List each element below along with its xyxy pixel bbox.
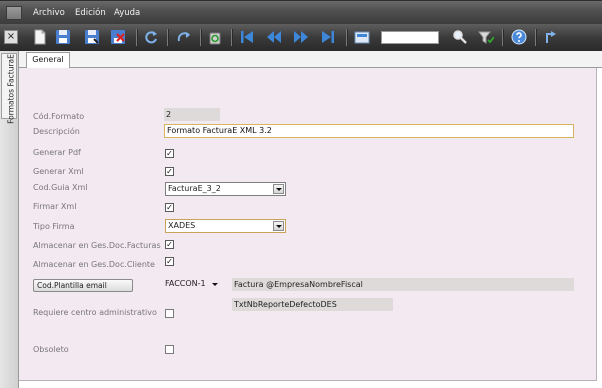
help-icon[interactable] (511, 29, 527, 45)
generar-pdf-label: Generar Pdf (33, 148, 81, 157)
tab-general[interactable]: General (26, 52, 70, 68)
toolbar-separator (535, 29, 537, 46)
toolbar-search-input[interactable] (381, 31, 439, 44)
previous-page-icon[interactable] (266, 29, 282, 45)
close-tab-button[interactable]: × (4, 30, 18, 44)
chevron-down-icon[interactable] (212, 283, 218, 286)
cod-guia-xml-select[interactable]: FacturaE_3_2 (165, 182, 286, 196)
left-tab-label: Formatos FacturaE (6, 54, 16, 124)
redo-icon[interactable] (176, 29, 192, 45)
form-panel: Cód.Formato 2 Descripción Formato Factur… (19, 68, 597, 381)
save-as-icon[interactable] (84, 29, 100, 45)
next-page-icon[interactable] (293, 29, 309, 45)
generar-xml-label: Generar Xml (33, 167, 84, 176)
first-record-icon[interactable] (239, 29, 255, 45)
toolbar: × (0, 24, 602, 52)
menu-edicion[interactable]: Edición (75, 8, 106, 18)
recycle-icon[interactable] (207, 29, 223, 45)
left-tab-formatos-facturae[interactable]: Formatos FacturaE (1, 53, 17, 124)
filter-icon[interactable] (477, 29, 495, 45)
refresh-icon[interactable] (143, 29, 159, 45)
tab-bar: General (19, 51, 602, 68)
cod-formato-field: 2 (164, 108, 220, 121)
plantilla-email-report: TxtNbReporteDefectoDES (232, 298, 393, 311)
firmar-xml-label: Firmar Xml (33, 202, 77, 211)
tipo-firma-value: XADES (168, 221, 196, 230)
cod-guia-xml-value: FacturaE_3_2 (168, 184, 221, 193)
requiere-centro-checkbox[interactable] (165, 309, 174, 318)
chevron-down-icon[interactable] (273, 184, 284, 194)
toolbar-separator (346, 29, 348, 46)
menu-bar: Archivo Edición Ayuda (0, 0, 602, 24)
delete-icon[interactable] (110, 29, 126, 45)
search-icon[interactable] (452, 29, 468, 45)
toolbar-separator (167, 29, 169, 46)
new-document-icon[interactable] (32, 29, 48, 45)
image-view-icon[interactable] (354, 29, 370, 45)
generar-xml-checkbox[interactable]: ✓ (165, 167, 174, 176)
descripcion-label: Descripción (33, 127, 80, 136)
almacenar-cliente-checkbox[interactable]: ✓ (165, 257, 174, 266)
cod-plantilla-email-button[interactable]: Cod.Plantilla email (33, 279, 133, 292)
plantilla-email-subject: Factura @EmpresaNombreFiscal (232, 278, 574, 291)
last-record-icon[interactable] (320, 29, 336, 45)
menu-archivo[interactable]: Archivo (33, 8, 65, 18)
descripcion-input[interactable]: Formato FacturaE XML 3.2 (164, 124, 574, 138)
almacenar-facturas-checkbox[interactable]: ✓ (165, 240, 174, 249)
plantilla-email-code[interactable]: FACCON-1 (165, 279, 206, 288)
toolbar-separator (136, 29, 138, 46)
toolbar-separator (502, 29, 504, 46)
app-icon (6, 6, 22, 20)
cod-formato-label: Cód.Formato (33, 112, 85, 121)
save-icon[interactable] (55, 29, 71, 45)
firmar-xml-checkbox[interactable]: ✓ (165, 203, 174, 212)
cod-guia-xml-label: Cod.Guia Xml (33, 183, 88, 192)
almacenar-cliente-label: Almacenar en Ges.Doc.Cliente (33, 260, 155, 269)
toolbar-separator (231, 29, 233, 46)
obsoleto-checkbox[interactable] (165, 345, 174, 354)
requiere-centro-label: Requiere centro administrativo (33, 308, 157, 317)
menu-ayuda[interactable]: Ayuda (114, 8, 140, 18)
chevron-down-icon[interactable] (273, 221, 284, 231)
exit-icon[interactable] (543, 29, 559, 45)
tipo-firma-select[interactable]: XADES (165, 219, 286, 233)
obsoleto-label: Obsoleto (33, 345, 69, 354)
tipo-firma-label: Tipo Firma (33, 222, 75, 231)
generar-pdf-checkbox[interactable]: ✓ (165, 149, 174, 158)
toolbar-separator (200, 29, 202, 46)
left-tab-strip: Formatos FacturaE (0, 51, 19, 388)
almacenar-facturas-label: Almacenar en Ges.Doc.Facturas (33, 241, 161, 250)
